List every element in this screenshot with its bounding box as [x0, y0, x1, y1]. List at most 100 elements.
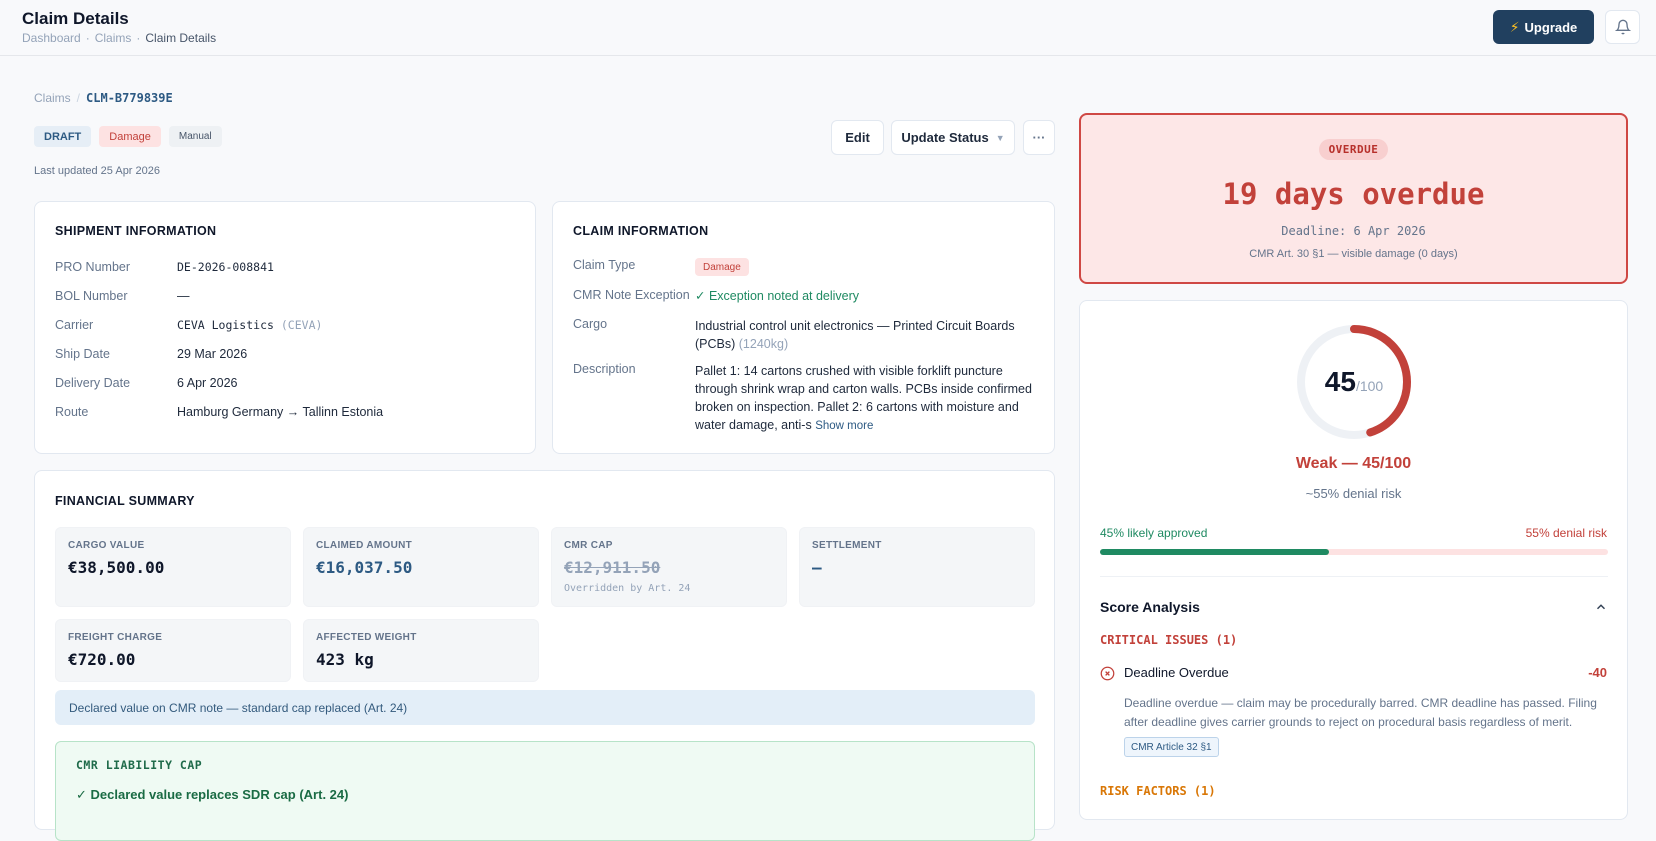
- claim-info-title: CLAIM INFORMATION: [573, 224, 709, 238]
- pro-number-row: PRO Number DE-2026-008841: [55, 260, 274, 274]
- route-row: Route Hamburg Germany → Tallinn Estonia: [55, 405, 383, 419]
- cargo-row: Cargo Industrial control unit electronic…: [573, 317, 1035, 353]
- last-updated: Last updated 25 Apr 2026: [34, 165, 160, 177]
- description-line: water damage, anti-s: [695, 418, 812, 432]
- description-row: Description Pallet 1: 14 cartons crushed…: [573, 362, 1035, 435]
- risk-factors-title: RISK FACTORS (1): [1100, 784, 1216, 798]
- bol-number-value: —: [177, 289, 190, 303]
- breadcrumb: Dashboard · Claims · Claim Details: [22, 31, 217, 45]
- description-line: Pallet 1: 14 cartons crushed with visibl…: [695, 364, 1003, 378]
- show-more-link[interactable]: Show more: [815, 420, 873, 432]
- carrier-code: (CEVA): [280, 318, 323, 332]
- score-analysis-toggle[interactable]: Score Analysis: [1100, 595, 1608, 619]
- cargo-value: Industrial control unit electronics — Pr…: [695, 319, 1015, 333]
- type-badge: Damage: [99, 126, 161, 147]
- carrier-value: CEVA Logistics: [177, 318, 274, 332]
- freight-charge-value: €720.00: [68, 650, 136, 669]
- breadcrumb-current: Claim Details: [145, 31, 217, 45]
- notifications-button[interactable]: [1605, 10, 1640, 44]
- update-status-button[interactable]: Update Status ▼: [891, 120, 1015, 155]
- claimed-amount-box: CLAIMED AMOUNT €16,037.50: [303, 527, 539, 607]
- affected-weight-value: 423 kg: [316, 650, 374, 669]
- more-actions-button[interactable]: ···: [1023, 120, 1055, 155]
- field-label: Claim Type: [573, 258, 636, 272]
- divider: [1100, 576, 1608, 577]
- ship-date-value: 29 Mar 2026: [177, 347, 248, 361]
- field-label: Delivery Date: [55, 376, 131, 390]
- score-value: 45: [1324, 366, 1356, 397]
- field-label: Ship Date: [55, 347, 110, 361]
- delivery-date-value: 6 Apr 2026: [177, 376, 238, 390]
- score-value-wrap: 45/100: [1294, 322, 1414, 442]
- field-label: Description: [573, 362, 636, 376]
- liability-cap-title: CMR LIABILITY CAP: [76, 758, 203, 772]
- deadline-date: Deadline: 6 Apr 2026: [1281, 224, 1426, 238]
- cmr-cap-label: CMR CAP: [564, 540, 613, 551]
- source-badge: Manual: [168, 126, 222, 147]
- cargo-value-amount: €38,500.00: [68, 558, 165, 577]
- ellipsis-icon: ···: [1032, 130, 1046, 145]
- declared-value-notice: Declared value on CMR note — standard ca…: [55, 690, 1035, 725]
- critical-issues-title: CRITICAL ISSUES (1): [1100, 633, 1238, 647]
- cmr-cap-note: Overridden by Art. 24: [564, 583, 691, 594]
- upgrade-label: Upgrade: [1524, 19, 1578, 35]
- cmr-exception-value: ✓ Exception noted at delivery: [695, 289, 860, 303]
- settlement-value: —: [812, 558, 822, 577]
- score-analysis-title: Score Analysis: [1100, 599, 1200, 615]
- deadline-basis: CMR Art. 30 §1 — visible damage (0 days): [1249, 248, 1458, 260]
- freight-charge-box: FREIGHT CHARGE €720.00: [55, 619, 291, 682]
- affected-weight-label: AFFECTED WEIGHT: [316, 632, 417, 643]
- score-verdict: Weak — 45/100: [1295, 455, 1412, 472]
- pro-number-value: DE-2026-008841: [177, 260, 274, 274]
- breadcrumb-dashboard[interactable]: Dashboard: [22, 31, 81, 45]
- financial-summary-card: FINANCIAL SUMMARY CARGO VALUE €38,500.00 …: [34, 470, 1055, 841]
- liability-cap-text: ✓ Declared value replaces SDR cap (Art. …: [76, 787, 349, 802]
- upgrade-button[interactable]: ⚡ Upgrade: [1493, 10, 1594, 44]
- x-circle-icon: [1100, 666, 1115, 681]
- route-value: Hamburg Germany → Tallinn Estonia: [177, 405, 384, 419]
- approval-bar: [1100, 549, 1608, 555]
- edit-button[interactable]: Edit: [831, 120, 884, 155]
- edit-label: Edit: [845, 130, 870, 145]
- issue-description: Deadline overdue — claim may be procedur…: [1124, 694, 1597, 732]
- claim-breadcrumb: Claims / CLM-B779839E: [34, 91, 173, 105]
- field-label: CMR Note Exception: [573, 288, 690, 302]
- cargo-value-cont: (PCBs): [695, 337, 736, 351]
- claimed-amount-label: CLAIMED AMOUNT: [316, 540, 413, 551]
- claims-link[interactable]: Claims: [34, 91, 71, 105]
- page-title: Claim Details: [22, 9, 129, 28]
- status-badge: DRAFT: [34, 126, 92, 147]
- liability-cap-panel: CMR LIABILITY CAP ✓ Declared value repla…: [55, 741, 1035, 841]
- delivery-date-row: Delivery Date 6 Apr 2026: [55, 376, 237, 390]
- overdue-headline: 19 days overdue: [1222, 177, 1485, 211]
- denial-risk: ~55% denial risk: [1305, 486, 1402, 501]
- claimed-amount-value: €16,037.50: [316, 558, 413, 577]
- bol-number-row: BOL Number —: [55, 289, 190, 303]
- breadcrumb-claims[interactable]: Claims: [95, 31, 132, 45]
- shipment-info-card: SHIPMENT INFORMATION PRO Number DE-2026-0…: [34, 201, 536, 454]
- claim-badges: DRAFT Damage Manual: [34, 126, 222, 147]
- cargo-weight: (1240kg): [738, 337, 789, 351]
- carrier-row: Carrier CEVA Logistics (CEVA): [55, 318, 322, 332]
- cmr-cap-value: €12,911.50: [564, 558, 661, 577]
- field-label: Cargo: [573, 317, 608, 331]
- claim-type-row: Claim Type Damage: [573, 258, 749, 276]
- cmr-cap-box: CMR CAP €12,911.50 Overridden by Art. 24: [551, 527, 787, 607]
- deadline-card: OVERDUE 19 days overdue Deadline: 6 Apr …: [1079, 113, 1628, 284]
- chevron-down-icon: ▼: [995, 132, 1005, 143]
- approval-bar-fill: [1100, 549, 1329, 555]
- claim-info-card: CLAIM INFORMATION Claim Type Damage CMR N…: [552, 201, 1055, 454]
- approve-label: 45% likely approved: [1100, 526, 1208, 540]
- deny-label: 55% denial risk: [1525, 526, 1607, 540]
- description-line: broken on inspection. Pallet 2: 6 carton…: [695, 400, 1019, 414]
- settlement-label: SETTLEMENT: [812, 540, 882, 551]
- financial-summary-title: FINANCIAL SUMMARY: [55, 494, 195, 508]
- cmr-exception-row: CMR Note Exception ✓ Exception noted at d…: [573, 288, 859, 303]
- bell-icon: [1614, 19, 1631, 35]
- issue-line: Deadline overdue — claim may be procedur…: [1124, 696, 1597, 710]
- cargo-value-box: CARGO VALUE €38,500.00: [55, 527, 291, 607]
- affected-weight-box: AFFECTED WEIGHT 423 kg: [303, 619, 539, 682]
- shipment-info-title: SHIPMENT INFORMATION: [55, 224, 217, 238]
- top-bar: Claim Details Dashboard · Claims · Claim Det…: [0, 0, 1656, 56]
- issue-reference: CMR Article 32 §1: [1124, 737, 1219, 757]
